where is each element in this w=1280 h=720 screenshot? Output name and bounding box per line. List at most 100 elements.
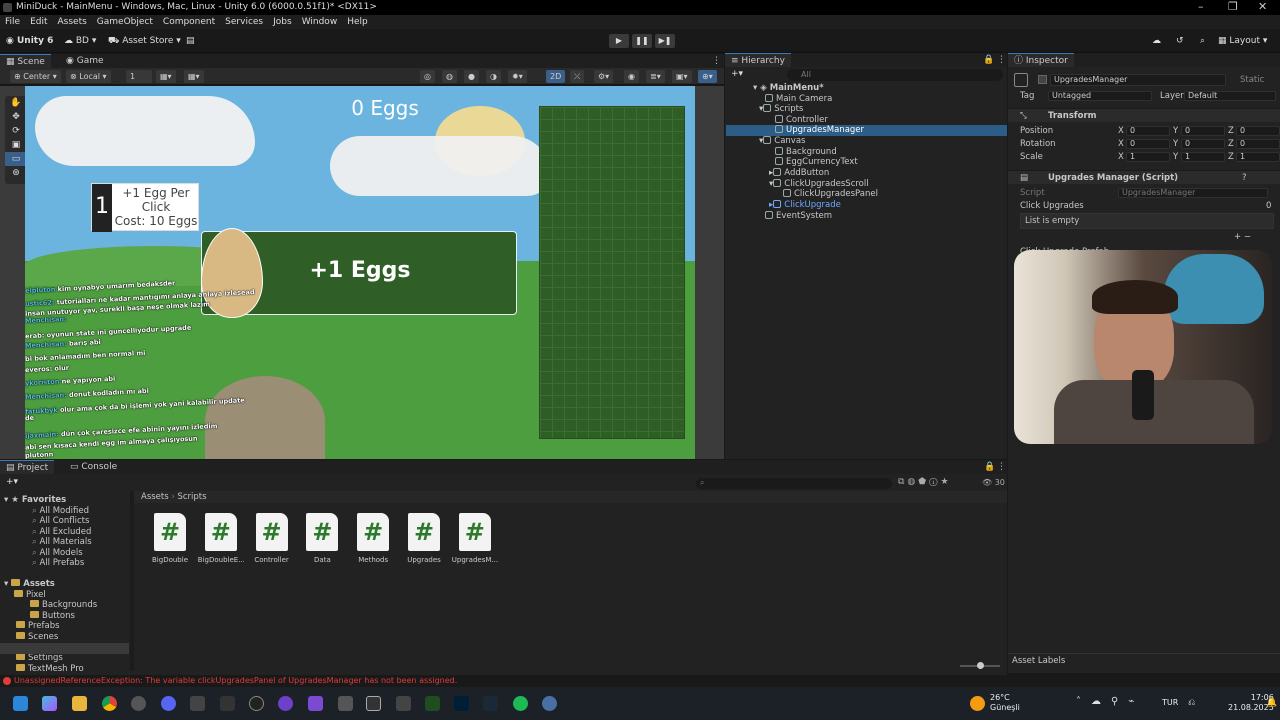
obs-icon[interactable] bbox=[131, 696, 146, 711]
assets-folder[interactable]: Scenes bbox=[16, 632, 58, 643]
favorites-item[interactable]: ⌕ All Models bbox=[32, 548, 83, 559]
history-icon[interactable]: ↺ bbox=[1176, 33, 1184, 49]
fx-icon[interactable]: ⚙▾ bbox=[594, 70, 614, 83]
kebab-menu-icon[interactable]: ⋮ bbox=[997, 460, 1006, 474]
active-checkbox[interactable] bbox=[1038, 75, 1047, 84]
chrome-icon[interactable] bbox=[102, 696, 117, 711]
hierarchy-item[interactable]: ▸ AddButton bbox=[769, 168, 829, 178]
script-asset[interactable]: # Controller bbox=[249, 513, 295, 564]
favorites-item[interactable]: ⌕ All Excluded bbox=[32, 527, 91, 538]
favorites-item[interactable]: ⌕ All Conflicts bbox=[32, 516, 89, 527]
status-error-text[interactable]: UnassignedReferenceException: The variab… bbox=[14, 676, 457, 685]
click-upgrades-count[interactable]: 0 bbox=[1266, 200, 1271, 212]
app-icon[interactable] bbox=[190, 696, 205, 711]
assets-folder[interactable]: Backgrounds bbox=[30, 600, 97, 611]
hierarchy-item-prefab[interactable]: ▸ ClickUpgrade bbox=[769, 200, 841, 210]
rect-tool-icon[interactable]: ▭ bbox=[5, 152, 27, 166]
hierarchy-item[interactable]: Controller bbox=[775, 115, 828, 125]
copilot-icon[interactable] bbox=[42, 696, 57, 711]
transform-tool-icon[interactable]: ⊛ bbox=[5, 166, 27, 180]
favorites-item[interactable]: ⌕ All Modified bbox=[32, 506, 89, 517]
menu-file[interactable]: File bbox=[5, 17, 20, 27]
assets-folder[interactable]: Pixel bbox=[14, 590, 46, 601]
tag-dropdown[interactable]: Untagged bbox=[1048, 91, 1152, 101]
menu-assets[interactable]: Assets bbox=[58, 17, 87, 27]
click-upgrades-label[interactable]: Click Upgrades bbox=[1020, 200, 1084, 212]
transform-pos-field[interactable]: 0 bbox=[1236, 126, 1280, 136]
tab-console[interactable]: ▭ Console bbox=[64, 460, 123, 474]
steam-icon[interactable] bbox=[483, 696, 498, 711]
transform-rot-field[interactable]: 0 bbox=[1126, 139, 1170, 149]
close-icon[interactable]: ✕ bbox=[1258, 0, 1267, 14]
assets-header[interactable]: ▾ Assets bbox=[4, 579, 55, 590]
transform-scl-field[interactable]: 1 bbox=[1181, 152, 1225, 162]
pause-button[interactable]: ❚❚ bbox=[632, 34, 652, 48]
unity-button[interactable]: ◉ Unity 6 bbox=[6, 33, 53, 49]
favorites-item[interactable]: ⌕ All Prefabs bbox=[32, 558, 84, 569]
unity-hub-icon[interactable] bbox=[338, 696, 353, 711]
favorites-item[interactable]: ⌕ All Materials bbox=[32, 537, 92, 548]
unity-icon[interactable] bbox=[396, 696, 411, 711]
weather-widget[interactable]: 26°C Güneşli bbox=[990, 693, 1020, 713]
transform-rot-field[interactable]: 0 bbox=[1236, 139, 1280, 149]
github-icon[interactable] bbox=[278, 696, 293, 711]
hierarchy-item[interactable]: ▾ ClickUpgradesScroll bbox=[769, 179, 869, 189]
cloud-icon[interactable]: ☁ bbox=[1152, 33, 1161, 49]
script-asset[interactable]: # UpgradesM... bbox=[452, 513, 498, 564]
pivot-dropdown[interactable]: ⊕ Center ▾ bbox=[10, 70, 61, 83]
tab-game[interactable]: ◉ Game bbox=[60, 54, 110, 68]
gizmos-icon[interactable]: ⊕▾ bbox=[698, 70, 717, 83]
package-icon[interactable]: ▤ bbox=[186, 33, 195, 49]
grid-icon[interactable]: ▦▾ bbox=[156, 70, 176, 83]
globe-icon[interactable]: ◍ bbox=[442, 70, 457, 83]
click-upgrades-panel[interactable] bbox=[539, 106, 685, 439]
menu-services[interactable]: Services bbox=[225, 17, 263, 27]
minimize-icon[interactable]: – bbox=[1198, 0, 1204, 14]
script-asset[interactable]: # Upgrades bbox=[401, 513, 447, 564]
file-explorer-icon[interactable] bbox=[72, 696, 87, 711]
hierarchy-item[interactable]: Background bbox=[775, 147, 837, 157]
asset-labels-bar[interactable]: Asset Labels bbox=[1008, 653, 1280, 667]
assets-folder[interactable]: TextMesh Pro bbox=[16, 664, 84, 675]
spotify-icon[interactable] bbox=[513, 696, 528, 711]
transform-pos-field[interactable]: 0 bbox=[1181, 126, 1225, 136]
static-toggle[interactable]: Static bbox=[1240, 74, 1264, 86]
step-button[interactable]: ▶❚ bbox=[655, 34, 675, 48]
layer-dropdown[interactable]: Default bbox=[1184, 91, 1276, 101]
orientation-icon[interactable]: ◎ bbox=[420, 70, 435, 83]
list-add-icon[interactable]: + − bbox=[1234, 231, 1251, 243]
breadcrumb-current[interactable]: Scripts bbox=[177, 492, 206, 502]
kebab-menu-icon[interactable]: ⋮ bbox=[997, 53, 1006, 67]
script-asset[interactable]: # BigDouble bbox=[147, 513, 193, 564]
hierarchy-item[interactable]: ClickUpgradesPanel bbox=[783, 189, 878, 199]
script-asset[interactable]: # Methods bbox=[350, 513, 396, 564]
pt-icon[interactable] bbox=[425, 696, 440, 711]
notification-icon[interactable]: 🔔 bbox=[1266, 698, 1277, 708]
transform-scl-field[interactable]: 1 bbox=[1126, 152, 1170, 162]
transform-scl-field[interactable]: 1 bbox=[1236, 152, 1280, 162]
discord-icon[interactable] bbox=[161, 696, 176, 711]
windows-start-icon[interactable] bbox=[13, 696, 28, 711]
search-icon[interactable]: ⌕ bbox=[1200, 33, 1205, 49]
snap-input[interactable]: 1 bbox=[126, 70, 152, 83]
hierarchy-item[interactable]: ▾ ◈ MainMenu* bbox=[753, 83, 824, 93]
hierarchy-item[interactable]: EggCurrencyText bbox=[775, 157, 858, 167]
app-icon[interactable] bbox=[542, 696, 557, 711]
menu-help[interactable]: Help bbox=[347, 17, 368, 27]
menu-component[interactable]: Component bbox=[163, 17, 215, 27]
hierarchy-item[interactable]: EventSystem bbox=[765, 211, 832, 221]
scene-view[interactable]: 0 Eggs 1 +1 Egg Per Click Cost: 10 Eggs … bbox=[25, 86, 695, 459]
tab-scene[interactable]: ▦ Scene bbox=[0, 54, 51, 68]
script-asset[interactable]: # Data bbox=[299, 513, 345, 564]
favorites-header[interactable]: ▾ ★ Favorites bbox=[4, 495, 66, 506]
transform-header[interactable]: ⤡ Transform bbox=[1008, 108, 1280, 122]
tree-scrollbar[interactable] bbox=[130, 491, 134, 671]
menu-edit[interactable]: Edit bbox=[30, 17, 47, 27]
assets-folder[interactable]: Buttons bbox=[30, 611, 75, 622]
hand-tool-icon[interactable]: ✋ bbox=[5, 96, 27, 110]
hierarchy-item[interactable]: Main Camera bbox=[765, 94, 832, 104]
rotate-tool-icon[interactable]: ⟳ bbox=[5, 124, 27, 138]
tab-inspector[interactable]: ⓘ Inspector bbox=[1008, 53, 1074, 67]
wireframe-icon[interactable]: ◑ bbox=[486, 70, 501, 83]
lock-icon[interactable]: 🔒 bbox=[984, 460, 995, 474]
